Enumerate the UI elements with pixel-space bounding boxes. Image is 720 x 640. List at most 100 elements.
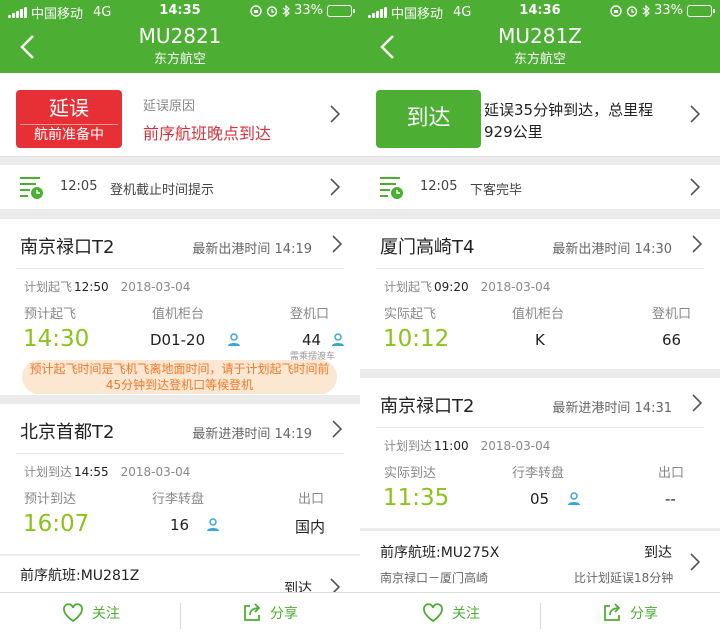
previous-flight-row[interactable]: 前序航班:MU281Z 到达 [0,556,360,597]
nav-bar: MU2821 东方航空 [0,22,360,73]
actual-arrival-label: 实际到达 [384,466,437,481]
battery-percent: 33% [294,3,323,18]
scheduled-arrival: 计划到达 11:00 2018-03-04 [384,437,550,454]
bluetooth-icon [642,4,650,17]
status-badge-main: 到达 [406,106,451,131]
sched-date: 2018-03-04 [480,439,551,453]
flight-number: MU281Z [498,24,582,48]
share-icon [244,603,261,621]
latest-departure-time: 最新出港时间 14:19 [192,242,312,257]
chevron-right-icon [330,105,340,123]
latest-arrival-time: 最新进港时间 14:19 [192,427,312,442]
actual-arrival-time: 11:35 [383,485,450,511]
battery-icon [687,4,715,17]
checkin-counter-label: 值机柜台 [152,307,205,322]
footer-divider [180,603,181,629]
estimated-arrival-time: 16:07 [23,511,90,537]
departure-header[interactable]: 南京禄口T2 最新出港时间 14:19 [16,219,344,269]
follow-button[interactable]: 关注 [422,603,480,623]
follow-label: 关注 [452,606,480,622]
exit-value: -- [665,490,676,508]
status-bar: 中国移动 4G 14:35 33% [0,0,360,22]
top-bar: 中国移动 4G 14:36 33% MU281Z 东方航空 [360,0,720,73]
airline-name: 东方航空 [153,52,206,67]
person-icon [228,333,240,346]
arrival-airport: 南京禄口T2 [380,396,475,417]
flight-status-card[interactable]: 延误 航前准备中 延误原因 前序航班晚点到达 [0,73,360,157]
chevron-right-icon [692,235,702,253]
baggage-carousel-label: 行李转盘 [152,492,205,507]
arrival-header[interactable]: 北京首都T2 最新进港时间 14:19 [16,404,344,454]
rotation-lock-icon [610,4,622,17]
notice-text: 登机截止时间提示 [110,183,215,198]
share-button[interactable]: 分享 [242,603,298,623]
sched-date: 2018-03-04 [120,280,191,294]
status-badge: 延误 航前准备中 [16,90,122,148]
arrival-header[interactable]: 南京禄口T2 最新进港时间 14:31 [376,378,704,428]
scheduled-arrival: 计划到达 14:55 2018-03-04 [24,463,190,480]
chevron-right-icon [690,553,700,571]
gate-number: 44 [302,331,322,349]
delay-reason-text: 前序航班晚点到达 [143,124,272,143]
chevron-right-icon [332,235,342,253]
arrival-airport: 北京首都T2 [20,422,115,443]
bluetooth-icon [282,4,290,17]
delay-reason-label: 延误原因 [143,99,196,114]
gate-label: 登机口 [290,307,330,322]
share-button[interactable]: 分享 [602,603,658,623]
sched-time: 11:00 [434,439,469,453]
exit-label: 出口 [658,466,685,481]
follow-button[interactable]: 关注 [62,603,120,623]
bottom-toolbar: 关注 分享 [0,592,360,640]
status-badge-main: 延误 [49,96,89,120]
previous-flight-delay: 比计划延误18分钟 [574,571,674,585]
right-screen: 中国移动 4G 14:36 33% MU281Z 东方航空 到达 延误35分钟到… [360,0,720,640]
share-label: 分享 [270,606,298,622]
sched-time: 14:55 [74,465,109,479]
previous-flight-row[interactable]: 前序航班:MU275X 到达 南京禄口－厦门高崎 比计划延误18分钟 [360,531,720,593]
arrival-section: 南京禄口T2 最新进港时间 14:31 计划到达 11:00 2018-03-04 … [360,378,720,528]
departure-section: 厦门高崎T4 最新出港时间 14:30 计划起飞 09:20 2018-03-04 … [360,219,720,369]
departure-header[interactable]: 厦门高崎T4 最新出港时间 14:30 [376,219,704,269]
heart-icon [63,603,83,623]
latest-departure-time: 最新出港时间 14:30 [552,242,672,257]
status-badge: 到达 [376,90,481,148]
previous-flight-title: 前序航班:MU275X [380,545,500,561]
arrival-section: 北京首都T2 最新进港时间 14:19 计划到达 14:55 2018-03-04 … [0,404,360,554]
actual-departure-label: 实际起飞 [384,307,437,322]
chevron-right-icon [690,105,700,123]
battery-icon [327,4,355,17]
sched-label: 计划到达 [24,465,73,479]
departure-airport: 南京禄口T2 [20,237,115,258]
notice-text: 下客完毕 [470,183,523,198]
baggage-carousel: 05 [530,490,550,508]
clock-list-icon [380,177,403,199]
sched-label: 计划起飞 [24,280,73,294]
gate-label: 登机口 [652,307,692,322]
exit-value: 国内 [295,518,326,536]
boarding-tip: 预计起飞时间是飞机飞离地面时间，请于计划起飞时间前45分钟到达登机口等候登机 [22,360,337,394]
latest-arrival-time: 最新进港时间 14:31 [552,401,672,416]
person-icon [207,518,219,531]
follow-label: 关注 [92,606,120,622]
rotation-lock-icon [250,4,262,17]
gate-number: 66 [662,331,682,349]
flight-status-card[interactable]: 到达 延误35分钟到达，总里程929公里 [360,73,720,157]
chevron-right-icon [330,178,340,196]
top-bar: 中国移动 4G 14:35 33% MU2821 东方航空 [0,0,360,73]
sched-time: 09:20 [434,280,469,294]
battery-percent: 33% [654,3,683,18]
chevron-right-icon [690,178,700,196]
footer-divider [540,603,541,629]
left-screen: 中国移动 4G 14:35 33% MU2821 东方航空 延误 航前准备中 延… [0,0,360,640]
estimated-departure-label: 预计起飞 [24,307,77,322]
previous-flight-state: 到达 [644,545,672,561]
previous-flight-title: 前序航班:MU281Z [20,568,140,584]
previous-flight-route: 南京禄口－厦门高崎 [380,571,489,585]
bottom-toolbar: 关注 分享 [360,592,720,640]
notice-row[interactable]: 12:05 下客完毕 [360,165,720,209]
sched-label: 计划起飞 [384,280,433,294]
notice-row[interactable]: 12:05 登机截止时间提示 [0,165,360,209]
scheduled-departure: 计划起飞 12:50 2018-03-04 [24,278,190,295]
checkin-counter: K [535,331,545,349]
